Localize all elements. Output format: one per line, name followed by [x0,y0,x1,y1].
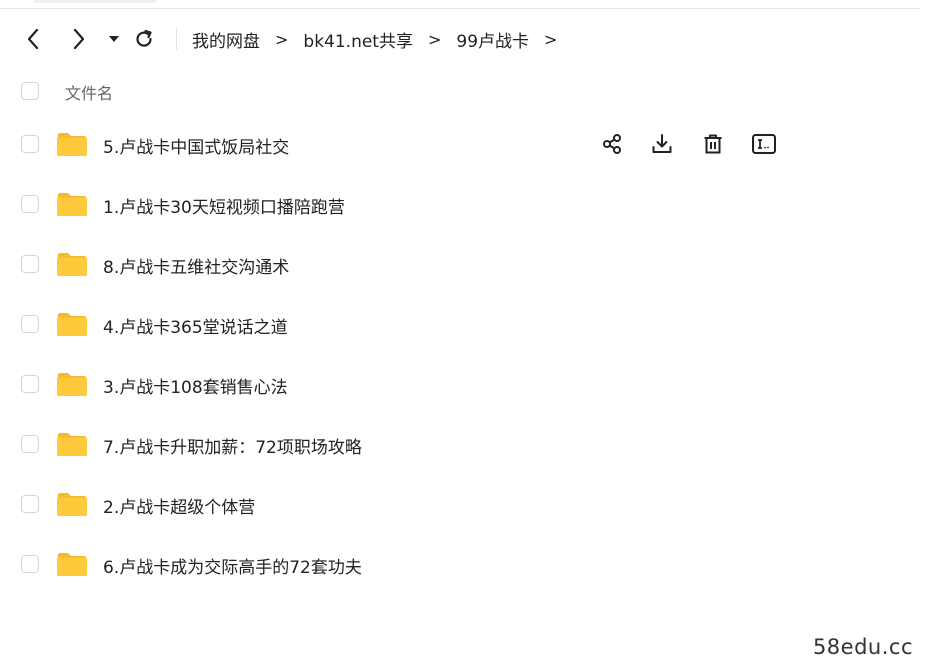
toolbar-divider [176,28,177,50]
rename-icon [751,133,777,155]
file-name[interactable]: 4.卢战卡365堂说话之道 [103,313,288,338]
breadcrumb-item-share[interactable]: bk41.net共享 [303,27,413,52]
download-icon [651,133,673,155]
folder-icon [56,132,88,157]
folder-icon [56,552,88,577]
chevron-right-icon [73,28,85,50]
file-row[interactable]: 3.卢战卡108套销售心法 [0,362,927,406]
top-divider [0,8,920,9]
file-name[interactable]: 1.卢战卡30天短视频口播陪跑营 [103,193,345,218]
file-browser: 我的网盘 > bk41.net共享 > 99卢战卡 > 文件名 5.卢战卡中国式… [0,0,927,669]
file-name[interactable]: 6.卢战卡成为交际高手的72套功夫 [103,553,362,578]
row-checkbox[interactable] [21,255,39,273]
breadcrumb: 我的网盘 > bk41.net共享 > 99卢战卡 > [192,22,557,56]
breadcrumb-item-root[interactable]: 我的网盘 [192,27,260,52]
folder-icon [56,492,88,517]
breadcrumb-separator: > [427,29,442,49]
back-button[interactable] [20,22,46,56]
row-checkbox[interactable] [21,375,39,393]
refresh-icon [136,29,152,47]
watermark: 58edu.cc [812,635,913,659]
file-row[interactable]: 5.卢战卡中国式饭局社交 [0,122,927,166]
breadcrumb-item-current[interactable]: 99卢战卡 [456,27,529,52]
row-checkbox[interactable] [21,555,39,573]
file-name[interactable]: 3.卢战卡108套销售心法 [103,373,288,398]
breadcrumb-separator: > [275,29,289,49]
folder-icon [56,372,88,397]
row-checkbox[interactable] [21,315,39,333]
file-name[interactable]: 8.卢战卡五维社交沟通术 [103,253,289,278]
row-checkbox[interactable] [21,135,39,153]
caret-down-icon [109,36,119,42]
folder-icon [56,192,88,217]
file-name[interactable]: 7.卢战卡升职加薪：72项职场攻略 [103,433,362,458]
download-button[interactable] [648,130,676,158]
file-row[interactable]: 8.卢战卡五维社交沟通术 [0,242,927,286]
rename-button[interactable] [750,130,778,158]
file-row[interactable]: 4.卢战卡365堂说话之道 [0,302,927,346]
chevron-left-icon [27,28,39,50]
folder-icon [56,432,88,457]
history-dropdown-button[interactable] [104,22,124,56]
forward-button[interactable] [66,22,92,56]
file-name[interactable]: 5.卢战卡中国式饭局社交 [103,133,289,158]
share-icon [601,133,623,155]
share-button[interactable] [598,130,626,158]
file-name[interactable]: 2.卢战卡超级个体营 [103,493,255,518]
file-row[interactable]: 6.卢战卡成为交际高手的72套功夫 [0,542,927,586]
refresh-button[interactable] [130,22,158,56]
file-row[interactable]: 2.卢战卡超级个体营 [0,482,927,526]
top-tab-remnant [34,0,156,3]
select-all-checkbox[interactable] [21,82,39,100]
delete-icon [702,133,724,155]
row-checkbox[interactable] [21,195,39,213]
column-header-name[interactable]: 文件名 [65,80,113,104]
row-checkbox[interactable] [21,495,39,513]
list-header: 文件名 [0,74,927,108]
row-checkbox[interactable] [21,435,39,453]
folder-icon [56,312,88,337]
file-row[interactable]: 7.卢战卡升职加薪：72项职场攻略 [0,422,927,466]
breadcrumb-separator: > [544,29,558,49]
file-row[interactable]: 1.卢战卡30天短视频口播陪跑营 [0,182,927,226]
folder-icon [56,252,88,277]
delete-button[interactable] [699,130,727,158]
navigation-toolbar: 我的网盘 > bk41.net共享 > 99卢战卡 > [0,22,927,56]
